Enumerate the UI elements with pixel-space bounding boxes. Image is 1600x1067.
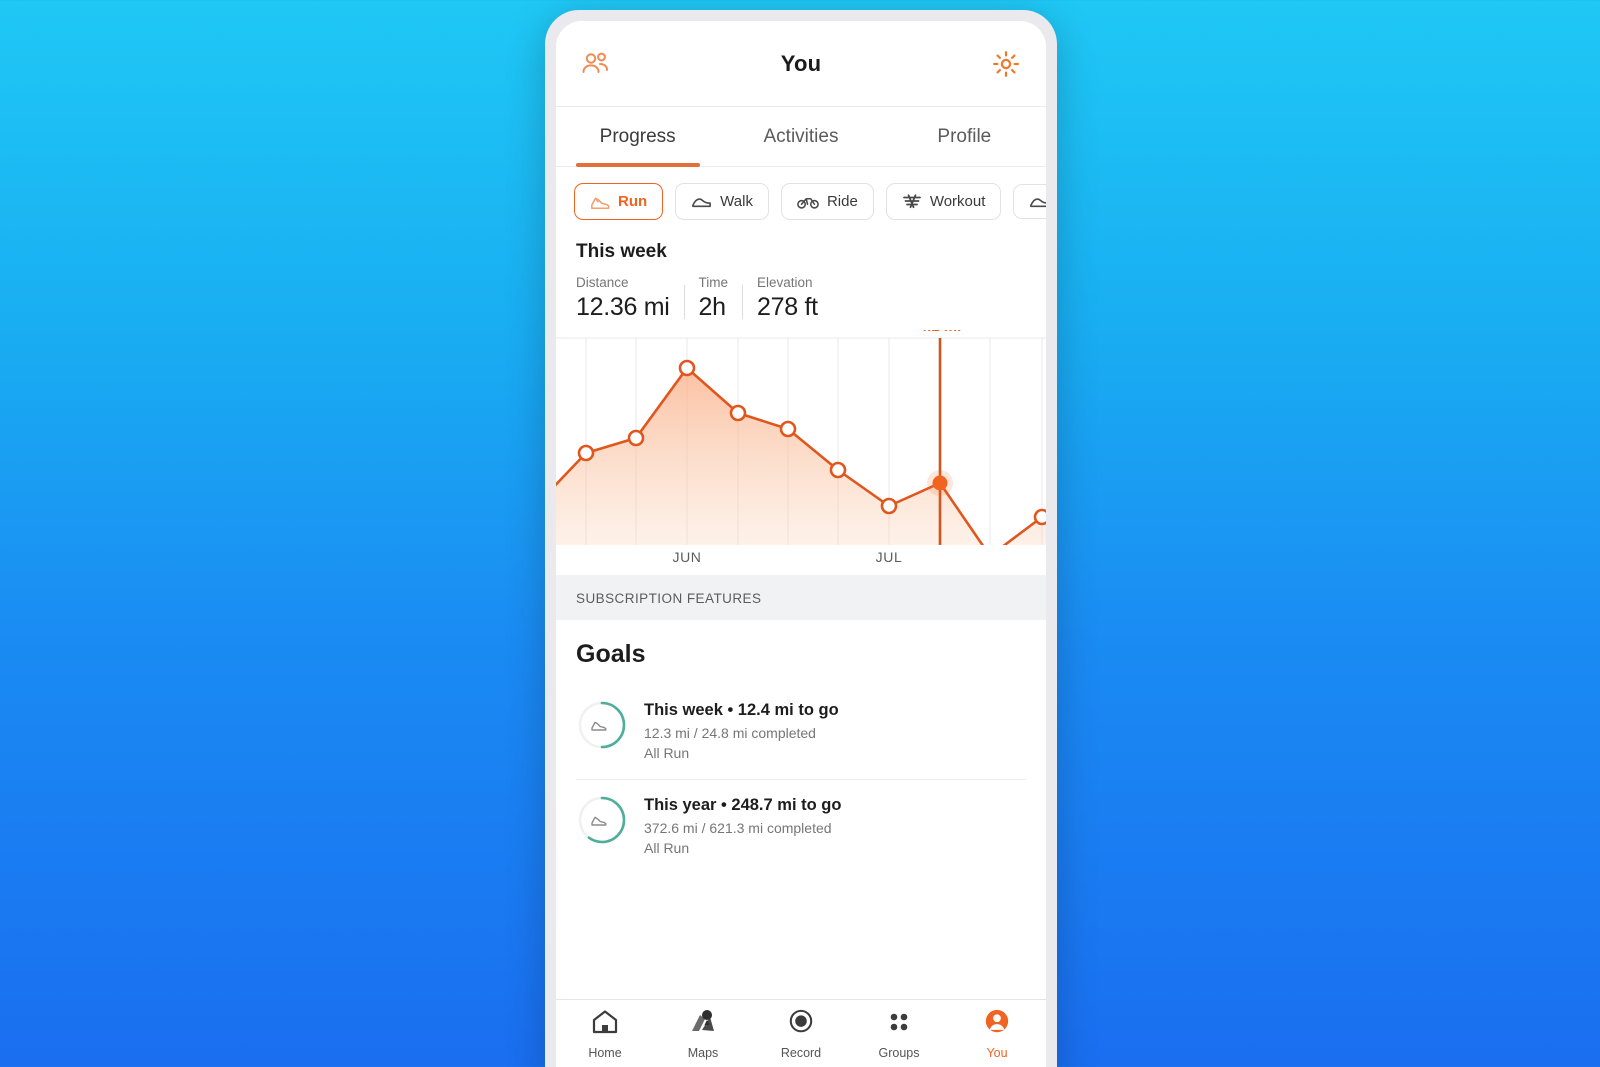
nav-item-groups[interactable]: Groups: [850, 1009, 948, 1060]
nav-item-you[interactable]: You: [948, 1009, 1046, 1060]
page-title: You: [780, 50, 822, 76]
week-title: This week: [576, 241, 667, 262]
subscription-features-header: SUBSCRIPTION FEATURES: [556, 575, 1046, 620]
nav-label-maps: Maps: [687, 1046, 719, 1060]
tab-activities-label: Activities: [763, 125, 839, 147]
chip-ride[interactable]: Ride: [780, 182, 874, 220]
phone-screen: You Progress Activities Profile Run Walk…: [556, 21, 1046, 1067]
chip-workout-label: Workout: [929, 192, 986, 210]
record-icon: [787, 1009, 815, 1040]
stat-divider-2: [742, 285, 743, 319]
week-summary: This week Distance 12.36 mi Time 2h Elev…: [556, 237, 1046, 330]
nav-label-home: Home: [588, 1046, 622, 1060]
goal-item-this-year[interactable]: This year • 248.7 mi to go 372.6 mi / 62…: [576, 779, 1026, 874]
goal-progress-text: 12.3 mi / 24.8 mi completed: [644, 725, 816, 741]
chip-ride-label: Ride: [826, 192, 858, 210]
goal-item-this-week[interactable]: This week • 12.4 mi to go 12.3 mi / 24.8…: [576, 685, 1026, 779]
activity-filter-chips[interactable]: Run Walk Ride Workout: [556, 167, 1046, 237]
chart-point[interactable]: [577, 444, 595, 462]
goals-section: Goals This week • 12.4 mi to go 12.3 mi …: [556, 620, 1046, 874]
bike-icon: [797, 194, 819, 209]
goals-title: Goals: [576, 640, 646, 668]
chip-run-label: Run: [618, 192, 648, 210]
goal-info: This week • 12.4 mi to go 12.3 mi / 24.8…: [644, 699, 839, 761]
avatar-icon: [983, 1009, 1011, 1040]
chart-point[interactable]: [880, 497, 898, 515]
goal-progress-ring: [576, 794, 628, 846]
goal-type: All Run: [644, 840, 690, 856]
nav-item-home[interactable]: Home: [556, 1009, 654, 1060]
chart-canvas[interactable]: [556, 330, 1046, 545]
stat-time-value: 2h: [698, 293, 727, 321]
gear-icon[interactable]: [988, 46, 1024, 82]
nav-item-record[interactable]: Record: [752, 1009, 850, 1060]
goal-progress-text: 372.6 mi / 621.3 mi completed: [644, 820, 832, 836]
stat-elevation-label: Elevation: [757, 275, 813, 290]
stat-distance: Distance 12.36 mi: [576, 275, 670, 322]
hike-icon: [1029, 194, 1046, 209]
tab-progress-label: Progress: [599, 125, 676, 147]
chart-selected-value-label: 4.1 mi: [919, 330, 962, 335]
chip-workout[interactable]: Workout: [885, 182, 1002, 220]
nav-label-you: You: [986, 1046, 1008, 1060]
people-icon[interactable]: [578, 46, 614, 82]
app-header: You: [556, 21, 1046, 107]
chip-hike[interactable]: [1013, 183, 1046, 219]
nav-label-record: Record: [780, 1046, 822, 1060]
goal-heading: This week • 12.4 mi to go: [644, 701, 839, 719]
stat-time-label: Time: [698, 275, 729, 290]
tab-progress[interactable]: Progress: [556, 107, 719, 167]
bottom-navigation: Home Maps Record Groups You: [556, 999, 1046, 1067]
map-pin-icon: [689, 1009, 717, 1040]
nav-label-groups: Groups: [878, 1046, 920, 1060]
tab-activities[interactable]: Activities: [719, 107, 882, 166]
goal-type: All Run: [644, 745, 690, 761]
stat-distance-value: 12.36 mi: [576, 293, 670, 321]
goal-progress-ring: [576, 699, 628, 751]
tab-profile-label: Profile: [937, 125, 992, 147]
goal-heading: This year • 248.7 mi to go: [644, 796, 842, 814]
workout-icon: [902, 193, 922, 209]
axis-tick-jun: JUN: [672, 549, 702, 565]
stat-elevation-value: 278 ft: [757, 293, 818, 321]
nav-item-maps[interactable]: Maps: [654, 1009, 752, 1060]
stat-time: Time 2h: [699, 275, 729, 322]
chart-point[interactable]: [729, 404, 747, 422]
home-icon: [591, 1009, 619, 1040]
stat-divider-1: [683, 285, 685, 319]
shoe-icon: [590, 193, 610, 209]
tab-profile[interactable]: Profile: [883, 107, 1046, 166]
week-stats-row: Distance 12.36 mi Time 2h Elevation 278 …: [576, 275, 1026, 322]
chip-walk-label: Walk: [720, 192, 753, 210]
chart-point[interactable]: [1033, 508, 1046, 526]
groups-dots-icon: [885, 1009, 913, 1040]
phone-frame: You Progress Activities Profile Run Walk…: [545, 10, 1057, 1067]
stat-distance-label: Distance: [576, 275, 629, 290]
chart-point[interactable]: [829, 461, 847, 479]
chart-x-axis: JUN JUL: [556, 545, 1046, 575]
walk-shoe-icon: [691, 194, 712, 209]
chart-point[interactable]: [627, 429, 645, 447]
chart-point[interactable]: [779, 420, 797, 438]
progress-chart[interactable]: 4.1 mi JUN JUL: [556, 330, 1046, 575]
chip-run[interactable]: Run: [574, 182, 664, 220]
chip-walk[interactable]: Walk: [675, 182, 769, 220]
goal-info: This year • 248.7 mi to go 372.6 mi / 62…: [644, 794, 841, 856]
axis-tick-jul: JUL: [875, 549, 903, 565]
tab-bar: Progress Activities Profile: [556, 107, 1046, 167]
chart-point[interactable]: [678, 359, 696, 377]
stat-elevation: Elevation 278 ft: [757, 275, 818, 322]
